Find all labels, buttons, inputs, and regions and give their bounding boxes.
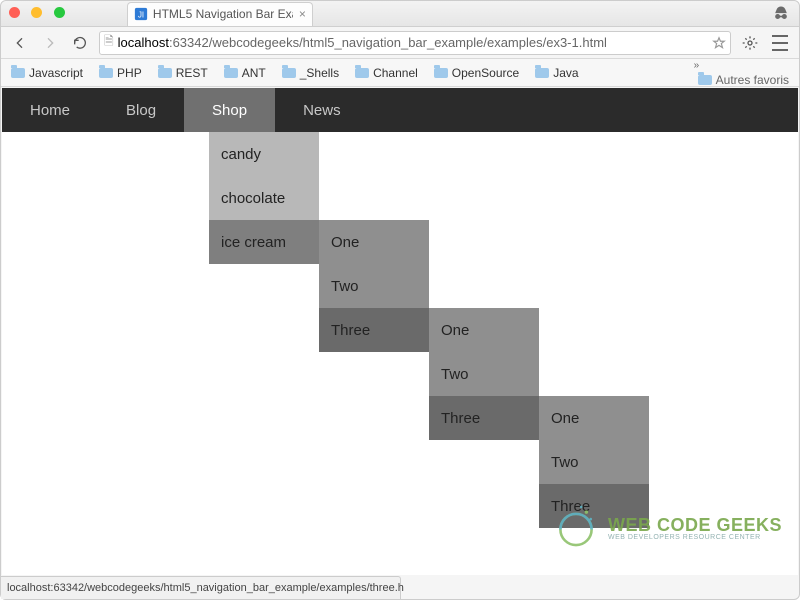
bookmark-label: Channel — [373, 66, 418, 80]
bookmark-label: Autres favoris — [716, 73, 789, 87]
top-nav: Home Blog Shop News — [2, 88, 798, 132]
menu-item[interactable]: Two — [539, 440, 649, 484]
bookmark-label: OpenSource — [452, 66, 519, 80]
menu-item-label: One — [551, 410, 579, 427]
nav-item-news[interactable]: News — [275, 88, 369, 132]
folder-icon — [282, 68, 296, 78]
bookmark-folder[interactable]: _Shells — [278, 64, 343, 82]
folder-icon — [434, 68, 448, 78]
menu-item[interactable]: Two — [429, 352, 539, 396]
menu-item[interactable]: candy — [209, 132, 319, 176]
mac-close-button[interactable] — [9, 7, 20, 18]
menu-item-label: Two — [441, 366, 469, 383]
menu-item[interactable]: Three One Two Three One Two Three — [319, 308, 429, 352]
back-button[interactable] — [9, 32, 31, 54]
menu-item-label: ice cream — [221, 234, 286, 251]
folder-icon — [11, 68, 25, 78]
bookmark-folder[interactable]: Channel — [351, 64, 422, 82]
status-text: localhost:63342/webcodegeeks/html5_navig… — [7, 582, 404, 594]
menu-item-label: candy — [221, 146, 261, 163]
page-icon: 🗎 — [104, 32, 114, 53]
address-bar[interactable]: 🗎 localhost :63342/webcodegeeks/html5_na… — [99, 31, 731, 55]
watermark-icon — [550, 500, 602, 557]
bookmark-folder[interactable]: ANT — [220, 64, 270, 82]
menu-item[interactable]: Two — [319, 264, 429, 308]
watermark-title: WEB CODE GEEKS — [608, 516, 782, 534]
menu-item[interactable]: One — [539, 396, 649, 440]
bookmark-label: Javascript — [29, 66, 83, 80]
menu-item-label: Two — [551, 454, 579, 471]
nav-dropdown: candy chocolate ice cream One Two Three … — [209, 132, 319, 264]
watermark-subtitle: WEB DEVELOPERS RESOURCE CENTER — [608, 534, 782, 541]
menu-item[interactable]: One — [429, 308, 539, 352]
menu-item-label: One — [331, 234, 359, 251]
bookmark-folder[interactable]: Javascript — [7, 64, 87, 82]
nav-item-shop[interactable]: Shop — [184, 88, 275, 132]
mac-zoom-button[interactable] — [54, 7, 65, 18]
url-host: localhost — [118, 35, 169, 50]
bookmark-overflow-icon[interactable]: » — [694, 60, 700, 71]
forward-button[interactable] — [39, 32, 61, 54]
menu-item[interactable]: One — [319, 220, 429, 264]
settings-gear-icon[interactable] — [739, 32, 761, 54]
tab-title: HTML5 Navigation Bar Exa — [153, 7, 293, 21]
menu-item-label: Three — [331, 322, 370, 339]
url-path: :63342/webcodegeeks/html5_navigation_bar… — [169, 35, 607, 50]
folder-icon — [698, 75, 712, 85]
menu-item-label: Two — [331, 278, 359, 295]
watermark-logo: WEB CODE GEEKS WEB DEVELOPERS RESOURCE C… — [550, 500, 782, 557]
status-bar: localhost:63342/webcodegeeks/html5_navig… — [1, 576, 401, 599]
bookmark-bar: Javascript PHP REST ANT _Shells Channel … — [1, 59, 799, 87]
bookmark-folder[interactable]: OpenSource — [430, 64, 523, 82]
bookmark-folder[interactable]: PHP — [95, 64, 146, 82]
mac-minimize-button[interactable] — [31, 7, 42, 18]
svg-text:JI: JI — [138, 11, 144, 20]
bookmark-label: Java — [553, 66, 578, 80]
bookmark-folder[interactable]: Java — [531, 64, 582, 82]
incognito-icon — [771, 4, 791, 24]
browser-tab[interactable]: JI HTML5 Navigation Bar Exa × — [127, 2, 313, 26]
folder-icon — [224, 68, 238, 78]
menu-item-label: One — [441, 322, 469, 339]
nav-item-blog[interactable]: Blog — [98, 88, 184, 132]
nav-item-label: Shop — [212, 102, 247, 119]
reload-button[interactable] — [69, 32, 91, 54]
folder-icon — [535, 68, 549, 78]
tab-favicon: JI — [134, 7, 148, 21]
bookmark-star-icon[interactable] — [712, 36, 726, 50]
folder-icon — [99, 68, 113, 78]
bookmark-folder[interactable]: REST — [154, 64, 212, 82]
bookmark-folder-other[interactable]: Autres favoris — [694, 71, 793, 89]
bookmark-label: ANT — [242, 66, 266, 80]
folder-icon — [355, 68, 369, 78]
bookmark-label: REST — [176, 66, 208, 80]
menu-item-label: chocolate — [221, 190, 285, 207]
nav-dropdown: One Two Three One Two Three — [429, 308, 539, 440]
nav-item-home[interactable]: Home — [2, 88, 98, 132]
nav-item-label: Home — [30, 102, 70, 119]
menu-item[interactable]: Three One Two Three — [429, 396, 539, 440]
bookmark-label: PHP — [117, 66, 142, 80]
nav-item-label: Blog — [126, 102, 156, 119]
menu-item[interactable]: ice cream One Two Three One Two Three On… — [209, 220, 319, 264]
tab-close-icon[interactable]: × — [299, 7, 306, 21]
bookmark-label: _Shells — [300, 66, 339, 80]
page-viewport: Home Blog Shop News candy chocolate ice … — [2, 88, 798, 575]
menu-item[interactable]: chocolate — [209, 176, 319, 220]
folder-icon — [158, 68, 172, 78]
nav-dropdown: One Two Three One Two Three One Two — [319, 220, 429, 352]
menu-item-label: Three — [441, 410, 480, 427]
nav-item-label: News — [303, 102, 341, 119]
chrome-menu-icon[interactable] — [769, 32, 791, 54]
